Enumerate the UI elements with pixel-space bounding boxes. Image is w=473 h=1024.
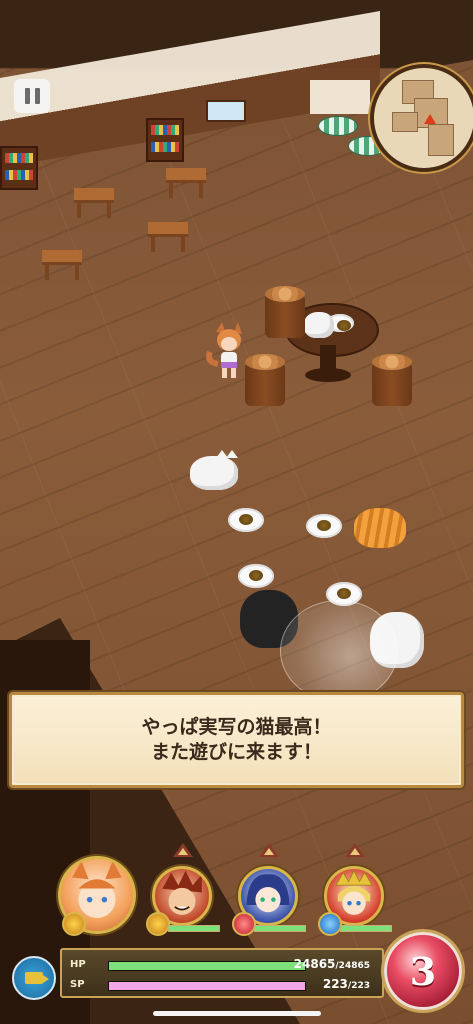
pause-icon [24, 88, 30, 104]
pause-icon [34, 88, 40, 104]
minimap-player-marker [424, 114, 436, 124]
swap-arrow-icon[interactable] [259, 843, 279, 857]
member-health-fill [169, 926, 219, 931]
small-table [42, 250, 82, 280]
dialog-box[interactable]: やっぱ実写の猫最高！ また遊びに来ます！ [9, 692, 464, 788]
stump-seat [265, 286, 305, 338]
pause-button[interactable] [14, 79, 50, 113]
member-health-bar [168, 925, 220, 932]
hp-max: /24865 [335, 961, 370, 971]
dialog-line-2: また遊びに来ます！ [150, 741, 322, 763]
hp-bar-fill [109, 962, 305, 970]
sp-bar [108, 981, 306, 991]
swap-arrow-icon[interactable] [345, 843, 365, 857]
player-character [206, 322, 242, 378]
small-table [166, 168, 206, 198]
minimap[interactable] [370, 64, 473, 172]
sp-label: SP [70, 979, 85, 990]
wall-window [206, 100, 246, 122]
member-health-fill [255, 926, 305, 931]
round-table-base [305, 368, 351, 382]
food-plate[interactable] [238, 564, 274, 588]
camera-button[interactable] [12, 956, 56, 1000]
hp-bar [108, 961, 306, 971]
bookshelf [0, 146, 38, 190]
element-badge-icon [318, 912, 342, 936]
white-cat[interactable] [190, 450, 238, 490]
orange-tabby-cat[interactable] [354, 508, 406, 548]
minimap-room [392, 112, 418, 132]
element-badge-icon [62, 912, 86, 936]
dialog-text: やっぱ実写の猫最高！ また遊びに来ます！ [141, 715, 331, 765]
striped-cushion [318, 116, 358, 136]
dialog-line-1: やっぱ実写の猫最高！ [141, 716, 332, 738]
small-table [74, 188, 114, 218]
member-health-bar [340, 925, 392, 932]
special-skill-button[interactable]: 3 [384, 932, 462, 1010]
small-table [148, 222, 188, 252]
sp-bar-fill [109, 982, 305, 990]
special-count: 3 [409, 948, 437, 994]
element-badge-icon [146, 912, 170, 936]
food-plate[interactable] [306, 514, 342, 538]
stump-seat [245, 354, 285, 406]
member-health-fill [341, 926, 391, 931]
virtual-joystick[interactable] [280, 600, 398, 702]
hp-value: 24865/24865 [294, 957, 370, 971]
member-health-bar [254, 925, 306, 932]
sp-current: 223 [322, 977, 348, 991]
stump-seat [372, 354, 412, 406]
bookshelf [146, 118, 184, 162]
element-badge-icon [232, 912, 256, 936]
sp-max: /223 [347, 981, 370, 991]
swap-arrow-icon[interactable] [173, 843, 193, 857]
sp-value: 223/223 [323, 977, 370, 991]
hp-current: 24865 [293, 957, 336, 971]
home-indicator[interactable] [153, 1011, 321, 1016]
wall-panel-right [310, 80, 370, 114]
status-panel: HP 24865/24865 SP 223/223 [60, 948, 384, 998]
minimap-room [428, 124, 454, 156]
camera-icon [25, 972, 49, 984]
white-cat-on-table[interactable] [304, 312, 334, 338]
food-plate[interactable] [228, 508, 264, 532]
hp-label: HP [70, 959, 86, 970]
